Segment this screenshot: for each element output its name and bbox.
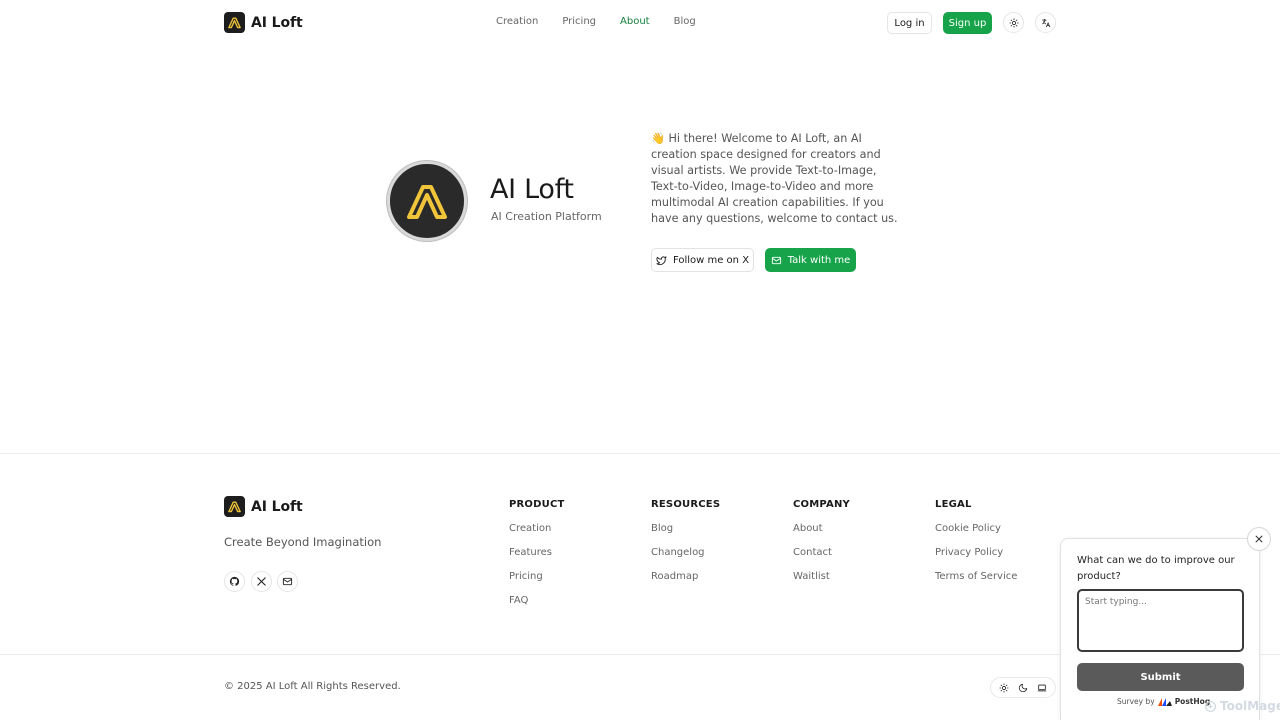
signup-button[interactable]: Sign up	[943, 12, 992, 34]
footer-brand-name: AI Loft	[251, 498, 303, 515]
profile-name: AI Loft	[490, 174, 574, 205]
login-button[interactable]: Log in	[887, 12, 932, 34]
footer-link-faq[interactable]: FAQ	[509, 595, 565, 619]
footer-link-cookie-policy[interactable]: Cookie Policy	[935, 523, 1017, 547]
footer-link-privacy-policy[interactable]: Privacy Policy	[935, 547, 1017, 571]
moon-icon	[1018, 683, 1028, 692]
nav-item-about[interactable]: About	[620, 16, 650, 27]
survey-input[interactable]	[1077, 589, 1244, 652]
brand-link[interactable]: AI Loft	[224, 12, 303, 33]
profile-description: 👋 Hi there! Welcome to AI Loft, an AI cr…	[651, 132, 898, 225]
footer-column-title: LEGAL	[935, 499, 972, 510]
footer-link-creation[interactable]: Creation	[509, 523, 565, 547]
nav-item-creation[interactable]: Creation	[496, 16, 538, 27]
avatar	[387, 161, 467, 241]
language-button[interactable]	[1035, 12, 1056, 33]
theme-toggle-button[interactable]	[1003, 12, 1024, 33]
posthog-logo-icon	[1157, 697, 1172, 706]
footer-divider	[0, 453, 1280, 454]
survey-credit[interactable]: Survey by PostHog	[1117, 697, 1210, 706]
mail-icon	[282, 577, 293, 586]
footer-brand[interactable]: AI Loft	[224, 496, 303, 517]
footer-column-title: COMPANY	[793, 499, 850, 510]
email-link[interactable]	[277, 571, 298, 592]
footer-link-changelog[interactable]: Changelog	[651, 547, 720, 571]
survey-close-button[interactable]	[1247, 527, 1271, 551]
theme-switcher	[990, 677, 1056, 698]
nav-item-pricing[interactable]: Pricing	[562, 16, 596, 27]
main-nav: Creation Pricing About Blog	[496, 16, 696, 27]
footer-link-about[interactable]: About	[793, 523, 850, 547]
talk-button-label: Talk with me	[787, 254, 851, 266]
footer-link-blog[interactable]: Blog	[651, 523, 720, 547]
survey-credit-prefix: Survey by	[1117, 697, 1155, 706]
mail-icon	[771, 256, 781, 264]
dark-theme-option[interactable]	[1018, 683, 1028, 693]
light-theme-option[interactable]	[999, 682, 1009, 693]
footer-column-resources: RESOURCES Blog Changelog Roadmap	[651, 499, 720, 595]
footer-link-contact[interactable]: Contact	[793, 547, 850, 571]
footer-column-company: COMPANY About Contact Waitlist	[793, 499, 850, 595]
footer-column-legal: LEGAL Cookie Policy Privacy Policy Terms…	[935, 499, 1017, 595]
footer-column-product: PRODUCT Creation Features Pricing FAQ	[509, 499, 565, 619]
footer-column-title: PRODUCT	[509, 499, 565, 510]
footer-link-terms[interactable]: Terms of Service	[935, 571, 1017, 595]
nav-item-blog[interactable]: Blog	[674, 16, 696, 27]
survey-popup: What can we do to improve our product? S…	[1060, 538, 1260, 720]
close-icon	[1255, 535, 1263, 543]
footer-link-pricing[interactable]: Pricing	[509, 571, 565, 595]
footer-logo-icon	[224, 496, 245, 517]
x-link[interactable]	[251, 571, 272, 592]
talk-with-me-button[interactable]: Talk with me	[765, 248, 856, 272]
copyright: © 2025 AI Loft All Rights Reserved.	[224, 681, 401, 692]
follow-button-label: Follow me on X	[672, 254, 750, 266]
survey-submit-button[interactable]: Submit	[1077, 663, 1244, 691]
watermark: ToolMage	[1204, 699, 1280, 713]
watermark-logo-icon	[1204, 700, 1217, 712]
footer-link-waitlist[interactable]: Waitlist	[793, 571, 850, 595]
survey-question: What can we do to improve our product?	[1077, 555, 1235, 582]
site-header: AI Loft Creation Pricing About Blog Log …	[0, 0, 1280, 45]
footer-link-roadmap[interactable]: Roadmap	[651, 571, 720, 595]
footer-tagline: Create Beyond Imagination	[224, 535, 382, 549]
footer-link-features[interactable]: Features	[509, 547, 565, 571]
logo-icon	[224, 12, 245, 33]
laptop-icon	[1038, 684, 1047, 691]
sun-icon	[999, 682, 1009, 693]
brand-name: AI Loft	[251, 14, 303, 31]
github-link[interactable]	[224, 571, 245, 592]
x-icon	[257, 577, 266, 586]
twitter-icon	[656, 255, 667, 265]
system-theme-option[interactable]	[1037, 683, 1047, 693]
github-icon	[229, 576, 240, 586]
sun-icon	[1008, 17, 1019, 28]
follow-on-x-button[interactable]: Follow me on X	[651, 248, 754, 272]
language-icon	[1041, 18, 1050, 27]
profile-subtitle: AI Creation Platform	[491, 210, 602, 223]
footer-column-title: RESOURCES	[651, 499, 721, 510]
watermark-text: ToolMage	[1220, 699, 1280, 713]
